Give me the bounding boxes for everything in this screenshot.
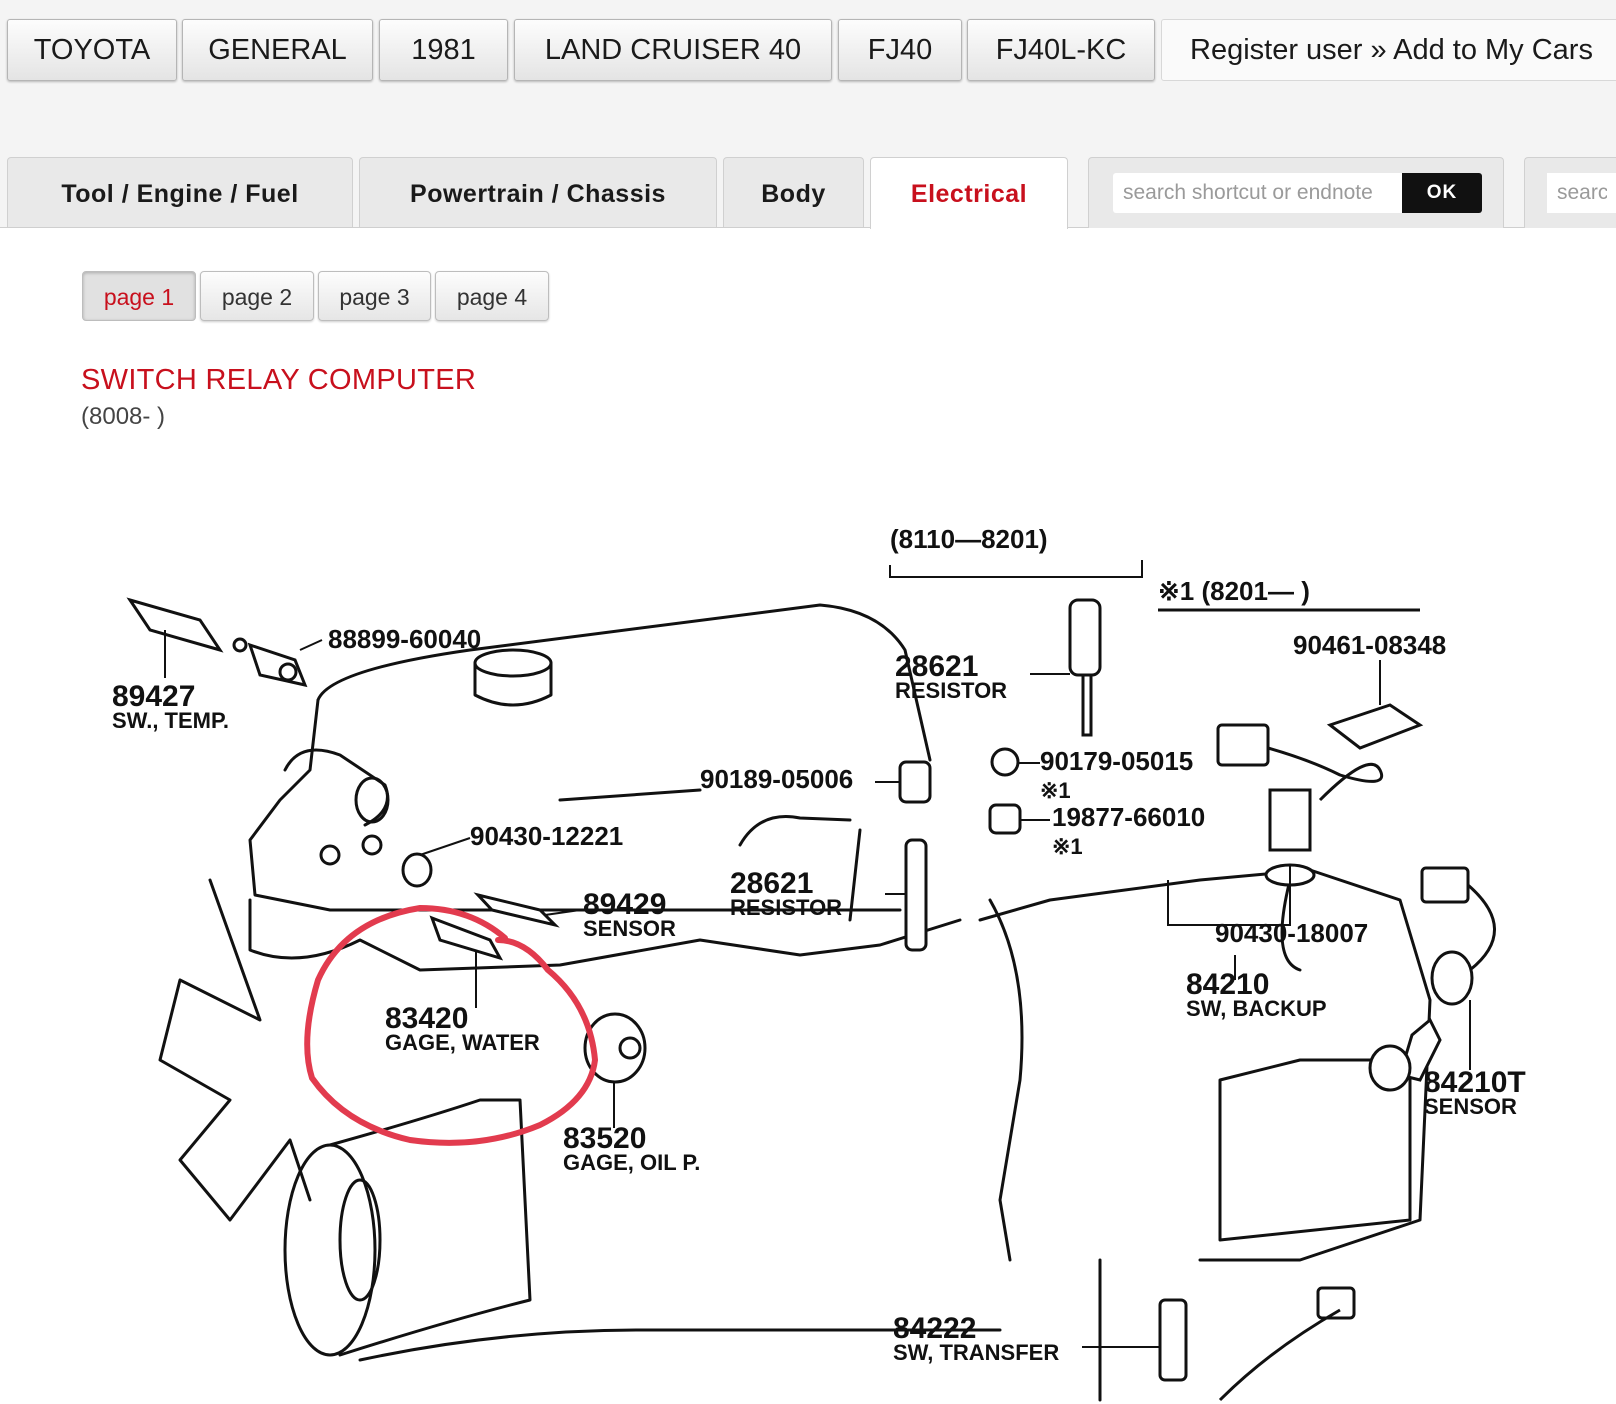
search-box-secondary (1524, 157, 1616, 228)
temp-switch-icon (126, 597, 224, 653)
nut-small-icon (990, 747, 1020, 777)
resistor-lower-icon (904, 838, 928, 952)
breadcrumb-year[interactable]: 1981 (379, 19, 508, 81)
part-90179-05015-number[interactable]: 90179-05015 (1040, 746, 1193, 776)
section-subtitle: (8008- ) (81, 403, 166, 430)
part-83420-name: GAGE, WATER (385, 1030, 540, 1055)
part-90430-18007-number[interactable]: 90430-18007 (1215, 918, 1368, 948)
parts-diagram: (8110—8201) ※1 (8201— ) 88899-60040 8942… (112, 524, 1526, 1402)
part-89427-name: SW., TEMP. (112, 708, 229, 733)
tab-powertrain-chassis[interactable]: Powertrain / Chassis (359, 157, 717, 228)
part-icons (126, 597, 1474, 1382)
range-label-b: ※1 (8201— ) (1158, 576, 1310, 606)
part-84222-name: SW, TRANSFER (893, 1340, 1059, 1365)
plug-icon (988, 803, 1022, 835)
breadcrumb-frame[interactable]: FJ40 (838, 19, 962, 81)
part-19877-66010-number[interactable]: 19877-66010 (1052, 802, 1205, 832)
page-2-button[interactable]: page 2 (200, 271, 314, 321)
page-1-button[interactable]: page 1 (82, 271, 196, 321)
part-83520-name: GAGE, OIL P. (563, 1150, 700, 1175)
search-input[interactable] (1113, 173, 1403, 213)
part-28621-a-name: RESISTOR (895, 678, 1007, 703)
part-90461-08348-number[interactable]: 90461-08348 (1293, 630, 1446, 660)
breadcrumb-make[interactable]: TOYOTA (7, 19, 177, 81)
part-84210T-name: SENSOR (1424, 1094, 1517, 1119)
tab-tool-engine-fuel[interactable]: Tool / Engine / Fuel (7, 157, 353, 228)
breadcrumb-variant[interactable]: FJ40L-KC (967, 19, 1155, 81)
breadcrumb-region[interactable]: GENERAL (182, 19, 373, 81)
search-box: OK (1088, 157, 1504, 228)
range-label-a: (8110—8201) (890, 524, 1048, 554)
page-3-button[interactable]: page 3 (318, 271, 431, 321)
breadcrumb-model[interactable]: LAND CRUISER 40 (514, 19, 832, 81)
transfer-switch-icon (1158, 1298, 1188, 1382)
nut-icon (898, 760, 932, 804)
part-90179-05015-note: ※1 (1040, 778, 1071, 803)
backup-switch-icon (1268, 788, 1312, 852)
tab-body[interactable]: Body (723, 157, 864, 228)
page-4-button[interactable]: page 4 (435, 271, 549, 321)
part-90430-12221-number[interactable]: 90430-12221 (470, 821, 623, 851)
fitting-icon (247, 642, 308, 688)
part-28621-b-name: RESISTOR (730, 895, 842, 920)
part-19877-66010-note: ※1 (1052, 834, 1083, 859)
search-input-secondary[interactable] (1547, 173, 1616, 213)
register-add-car-link[interactable]: Register user » Add to My Cars (1161, 19, 1616, 81)
speed-sensor-icon (1430, 950, 1474, 1006)
resistor-top-icon (1068, 598, 1102, 677)
connector-icon (1216, 723, 1270, 767)
part-89429-name: SENSOR (583, 916, 676, 941)
search-ok-button[interactable]: OK (1402, 173, 1482, 213)
part-90189-05006-number[interactable]: 90189-05006 (700, 764, 853, 794)
part-88899-60040-number[interactable]: 88899-60040 (328, 624, 481, 654)
clip-icon (1326, 703, 1424, 750)
tab-electrical[interactable]: Electrical (870, 157, 1068, 229)
section-title: SWITCH RELAY COMPUTER (81, 364, 477, 396)
washer-icon (401, 852, 433, 888)
part-84210-name: SW, BACKUP (1186, 996, 1327, 1021)
